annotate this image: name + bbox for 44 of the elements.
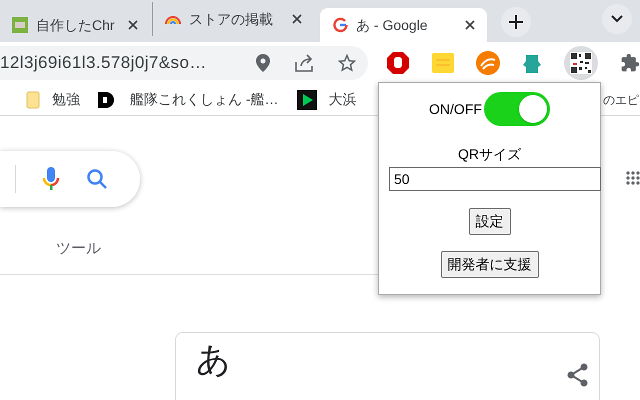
close-icon[interactable]: [128, 20, 138, 30]
play-logo-icon: [296, 90, 317, 110]
search-box[interactable]: [0, 151, 140, 207]
toggle-label: ON/OFF: [429, 100, 482, 118]
folder-icon: [26, 90, 40, 108]
tab-search-button[interactable]: [602, 4, 632, 34]
new-tab-button[interactable]: [501, 7, 531, 37]
qr-size-label: QRサイズ: [458, 145, 521, 164]
search-icon[interactable]: [86, 168, 108, 190]
puzzle-piece-icon[interactable]: [620, 53, 640, 73]
qr-size-field[interactable]: 50: [389, 167, 601, 191]
browser-tab[interactable]: あ - Google: [320, 8, 487, 42]
bookmark[interactable]: 勉強: [26, 89, 80, 110]
qr-code-icon: [570, 52, 592, 74]
swoosh-logo-icon[interactable]: [476, 51, 500, 75]
search-tool-tab[interactable]: ツール: [56, 238, 101, 261]
microphone-icon[interactable]: [41, 166, 61, 192]
on-off-toggle[interactable]: [484, 92, 550, 126]
bookmark[interactable]: のエピ: [603, 90, 639, 108]
g-letter-icon: [332, 17, 348, 33]
close-icon[interactable]: [465, 20, 475, 30]
address-bar[interactable]: 12l3j69i61l3.578j0j7&so…: [0, 46, 368, 80]
tab-title: ストアの掲載: [189, 10, 274, 28]
tab-title: 自作したChr: [36, 16, 116, 34]
rainbow-icon: [165, 14, 181, 24]
qr-code-extension-button[interactable]: [564, 46, 598, 80]
picture-icon: [12, 17, 28, 33]
plus-icon: [509, 15, 523, 29]
close-icon[interactable]: [292, 14, 302, 24]
popup-button[interactable]: 設定: [468, 208, 510, 235]
share-icon[interactable]: [567, 363, 589, 387]
share-icon[interactable]: [294, 54, 314, 72]
url-text: 12l3j69i61l3.578j0j7&so…: [0, 52, 208, 74]
tab-title: あ - Google: [356, 16, 429, 35]
chevron-down-icon: [611, 15, 623, 23]
browser-tab[interactable]: 自作したChr: [0, 8, 150, 42]
apps-grid-icon[interactable]: [626, 171, 640, 185]
browser-tab[interactable]: ストアの掲載: [152, 2, 314, 36]
star-icon[interactable]: [338, 54, 356, 72]
bookmark[interactable]: 艦隊これくしょん -艦…: [98, 89, 279, 110]
location-pin-icon[interactable]: [256, 54, 270, 72]
result-title: あ: [196, 343, 231, 381]
bookmark[interactable]: 大浜: [296, 89, 357, 110]
popup-button[interactable]: 開発者に支援: [440, 251, 538, 278]
